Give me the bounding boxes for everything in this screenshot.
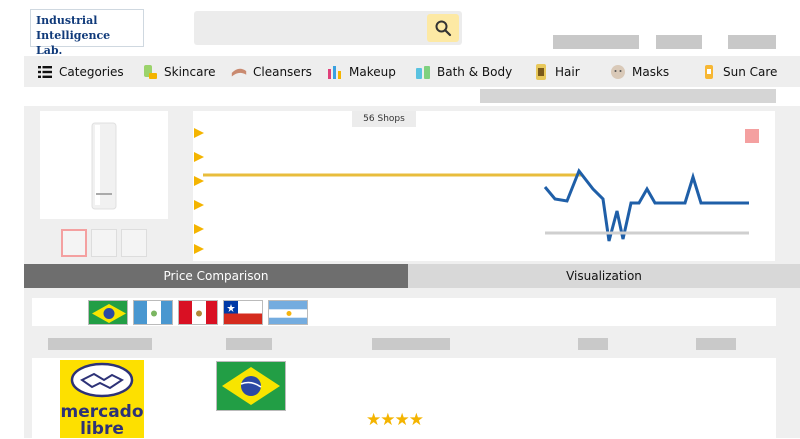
top-link-3[interactable] — [728, 35, 776, 49]
bath-body-icon — [414, 63, 432, 81]
menu-icon — [36, 63, 54, 81]
nav-item-cleansers[interactable]: Cleansers — [230, 56, 312, 87]
search-input[interactable] — [202, 19, 422, 37]
nav-item-masks[interactable]: Masks — [609, 56, 669, 87]
top-link-1[interactable] — [553, 35, 639, 49]
thumbnail-3[interactable] — [121, 229, 147, 257]
shops-count-badge: 56 Shops — [352, 111, 416, 127]
site-logo[interactable]: Industrial Intelligence Lab. — [30, 9, 144, 57]
logo-line2: Intelligence Lab. — [36, 29, 111, 57]
makeup-icon — [326, 63, 344, 81]
tab-visualization[interactable]: Visualization — [408, 264, 800, 288]
nav-label: Cleansers — [253, 64, 312, 79]
nav-item-skincare[interactable]: Skincare — [141, 56, 216, 87]
nav-label: Categories — [59, 64, 124, 79]
flag-brazil[interactable] — [88, 300, 128, 325]
column-header-shop — [48, 338, 152, 350]
masks-icon — [609, 63, 627, 81]
nav-label: Masks — [632, 64, 670, 79]
column-header-link — [696, 338, 736, 350]
thumbnail-1[interactable] — [61, 229, 87, 257]
tab-price-comparison[interactable]: Price Comparison — [24, 264, 408, 288]
column-header-price — [578, 338, 608, 350]
arrow-icon — [194, 224, 204, 234]
nav-item-makeup[interactable]: Makeup — [326, 56, 396, 87]
row-flag-brazil — [216, 361, 286, 411]
nav-item-sun-care[interactable]: Sun Care — [700, 56, 777, 87]
breadcrumb — [480, 89, 776, 103]
nav-item-categories[interactable]: Categories — [36, 56, 124, 87]
arrow-icon — [194, 200, 204, 210]
search-icon — [435, 20, 452, 37]
flag-peru[interactable] — [178, 300, 218, 325]
panel-divider — [176, 111, 188, 261]
search-button[interactable] — [427, 14, 459, 42]
nav-label: Hair — [555, 64, 580, 79]
search-bar — [194, 11, 462, 45]
flag-guatemala[interactable] — [133, 300, 173, 325]
arrow-icon — [194, 152, 204, 162]
sun-care-icon — [700, 63, 718, 81]
arrow-icon — [194, 244, 204, 254]
nav-label: Makeup — [349, 64, 396, 79]
product-image — [40, 111, 168, 219]
arrow-icon — [194, 176, 204, 186]
column-header-country — [226, 338, 272, 350]
nav-label: Skincare — [164, 64, 216, 79]
logo-line1: Industrial — [36, 14, 98, 27]
category-nav: Categories Skincare Cleansers Makeup Bat… — [24, 56, 800, 87]
column-header-rating — [372, 338, 450, 350]
flag-argentina[interactable] — [268, 300, 308, 325]
nav-item-hair[interactable]: Hair — [532, 56, 580, 87]
libre-logo-text: libre — [80, 419, 124, 439]
hair-icon — [532, 63, 550, 81]
nav-label: Bath & Body — [437, 64, 513, 79]
thumbnail-2[interactable] — [91, 229, 117, 257]
nav-label: Sun Care — [723, 64, 778, 79]
mercado-libre-logo[interactable]: mercado libre — [60, 360, 144, 438]
arrow-icon — [194, 128, 204, 138]
rating-stars: ★★★★ — [366, 410, 424, 430]
cleansers-icon — [230, 63, 248, 81]
price-chart-area — [193, 111, 775, 261]
chart-arrow-column — [190, 126, 208, 256]
top-link-2[interactable] — [656, 35, 702, 49]
skincare-icon — [141, 63, 159, 81]
handshake-icon — [70, 362, 134, 398]
flag-chile[interactable] — [223, 300, 263, 325]
nav-item-bath-body[interactable]: Bath & Body — [414, 56, 512, 87]
